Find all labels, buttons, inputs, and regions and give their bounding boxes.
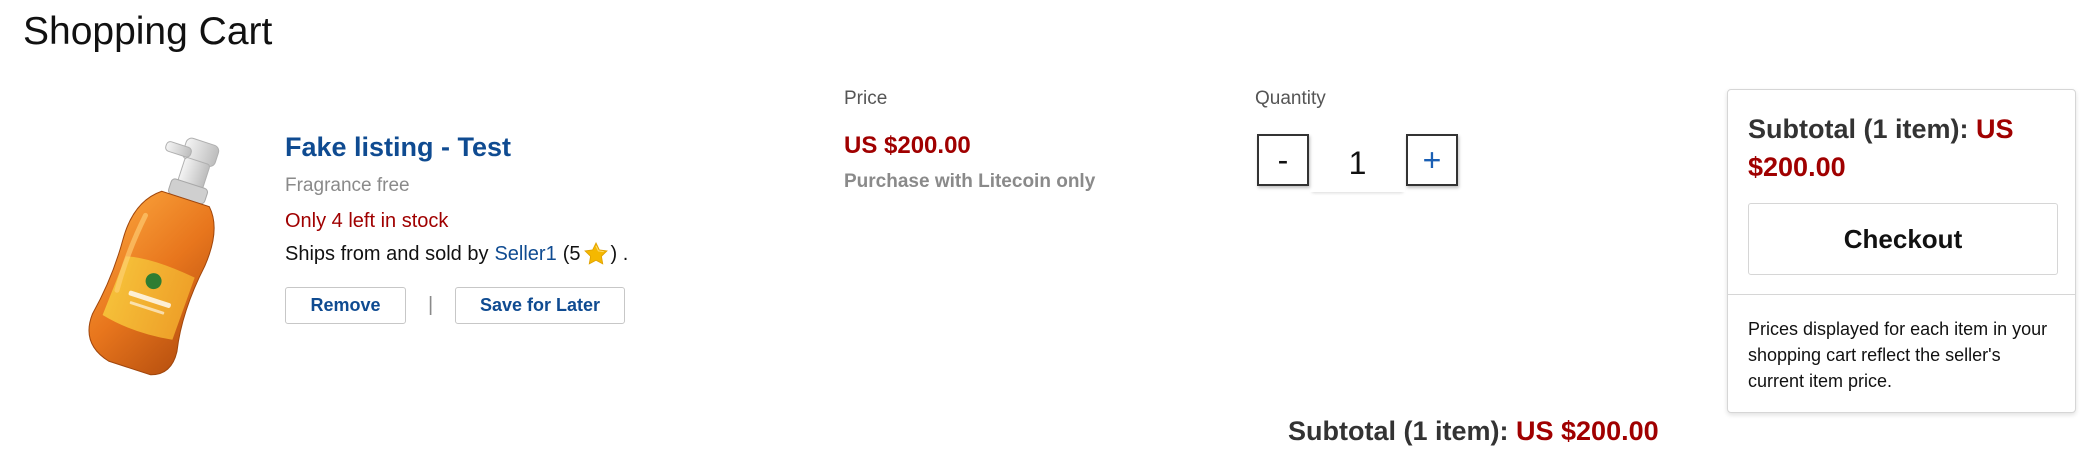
price-note: Prices displayed for each item in your s… xyxy=(1748,319,2048,391)
stock-warning: Only 4 left in stock xyxy=(285,210,449,232)
bottom-subtotal-label: Subtotal (1 item): xyxy=(1288,416,1509,446)
quantity-column-header: Quantity xyxy=(1255,88,1326,109)
rating-open: (5 xyxy=(562,243,581,265)
star-icon xyxy=(583,241,609,267)
quantity-input[interactable] xyxy=(1310,134,1405,192)
summary-subtotal: Subtotal (1 item): US $200.00 xyxy=(1748,110,2058,186)
soap-bottle-image xyxy=(88,137,220,376)
product-variant: Fragrance free xyxy=(285,175,410,196)
save-for-later-button[interactable]: Save for Later xyxy=(455,287,625,324)
order-summary-panel: Subtotal (1 item): US $200.00 Checkout P… xyxy=(1727,89,2076,413)
quantity-decrease-button[interactable]: - xyxy=(1257,134,1309,186)
bottom-subtotal: Subtotal (1 item): US $200.00 xyxy=(1288,414,1659,448)
item-price: US $200.00 xyxy=(844,132,971,159)
price-column-header: Price xyxy=(844,88,888,109)
summary-subtotal-label: Subtotal (1 item): xyxy=(1748,114,1969,144)
rating-close: ) . xyxy=(610,243,629,265)
product-image[interactable] xyxy=(58,128,238,378)
seller-prefix: Ships from and sold by xyxy=(285,243,489,265)
product-title-link[interactable]: Fake listing - Test xyxy=(285,130,511,164)
quantity-increase-button[interactable]: + xyxy=(1406,134,1458,186)
bottom-subtotal-amount: US $200.00 xyxy=(1516,416,1659,446)
seller-line: Ships from and sold by Seller1 (5 ) . xyxy=(285,240,628,268)
payment-note: Purchase with Litecoin only xyxy=(844,171,1096,192)
checkout-button[interactable]: Checkout xyxy=(1748,203,2058,275)
remove-button[interactable]: Remove xyxy=(285,287,406,324)
seller-link[interactable]: Seller1 xyxy=(494,240,556,268)
action-separator: | xyxy=(428,294,434,316)
panel-divider xyxy=(1728,294,2075,295)
page-title: Shopping Cart xyxy=(23,10,273,53)
